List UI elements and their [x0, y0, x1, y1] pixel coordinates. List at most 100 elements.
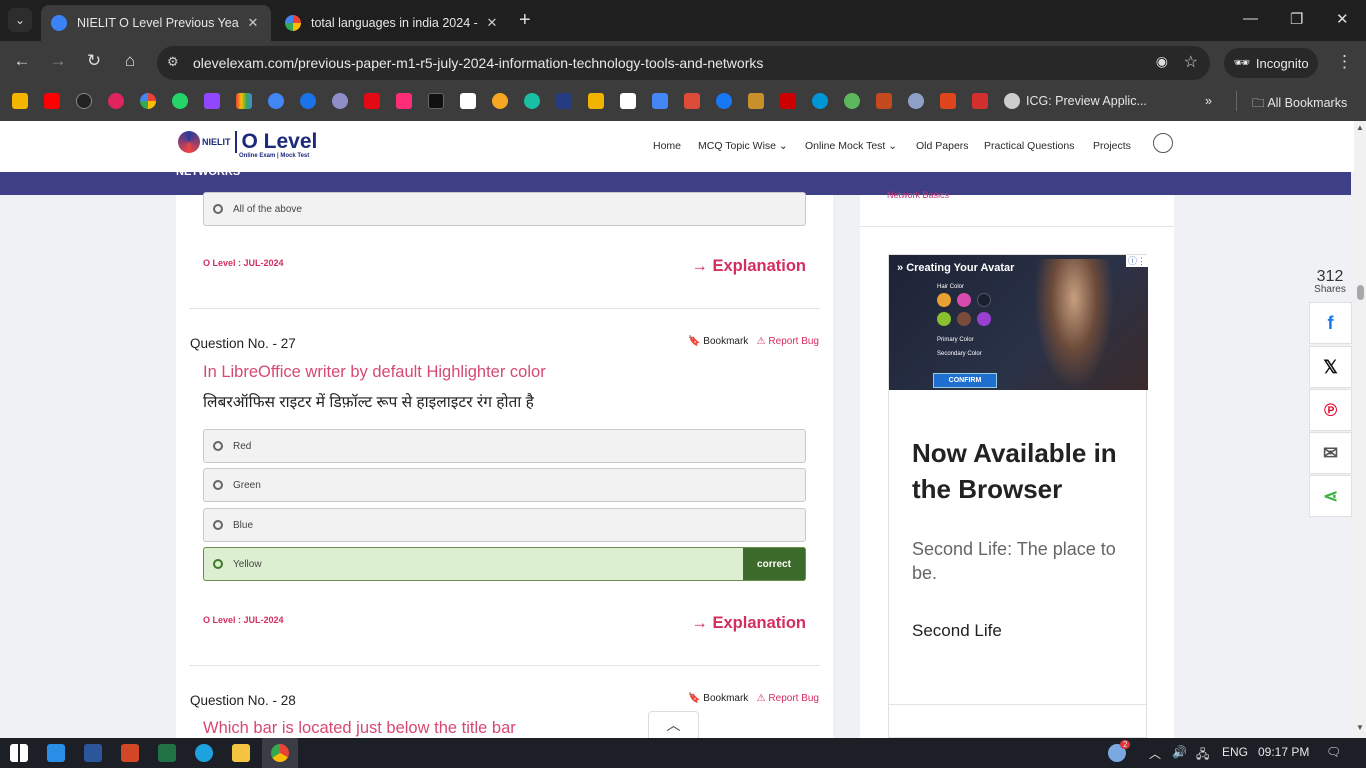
bookmark-15-icon[interactable]: [492, 93, 508, 109]
radio-icon[interactable]: [213, 204, 223, 214]
explanation-link[interactable]: → Explanation: [691, 257, 806, 276]
bookmark-question[interactable]: 🔖 Bookmark: [688, 336, 748, 347]
radio-icon[interactable]: [213, 441, 223, 451]
pinterest-share-icon[interactable]: ℗: [1309, 389, 1352, 431]
twitch-icon[interactable]: [204, 93, 220, 109]
incognito-badge[interactable]: 🕶 Incognito: [1224, 48, 1318, 78]
site-logo[interactable]: NIELIT O Level: [178, 131, 317, 153]
bookmark-icg[interactable]: ICG: Preview Applic...: [1026, 94, 1147, 108]
bookmark-question[interactable]: 🔖 Bookmark: [688, 693, 748, 704]
check-icon[interactable]: [524, 93, 540, 109]
bookmark-27-icon[interactable]: [876, 93, 892, 109]
nav-home[interactable]: Home: [653, 140, 681, 152]
bookmark-18-icon[interactable]: [588, 93, 604, 109]
close-tab-icon[interactable]: ✕: [484, 15, 500, 31]
chrome-menu-icon[interactable]: ⋮: [1336, 52, 1353, 72]
close-tab-icon[interactable]: ✕: [245, 15, 261, 31]
address-bar[interactable]: ⚙ olevelexam.com/previous-paper-m1-r5-ju…: [157, 46, 1210, 80]
facebook-icon[interactable]: [716, 93, 732, 109]
eye-off-icon[interactable]: ◉: [1156, 53, 1168, 70]
minimize-button[interactable]: —: [1243, 10, 1258, 27]
bookmark-1-icon[interactable]: [12, 93, 28, 109]
option-red[interactable]: Red: [203, 429, 806, 463]
bookmark-10-icon[interactable]: [332, 93, 348, 109]
option-yellow[interactable]: Yellow correct: [203, 547, 806, 581]
word-icon[interactable]: [84, 744, 102, 762]
google-icon[interactable]: [140, 93, 156, 109]
clock[interactable]: 09:17 PM: [1258, 745, 1309, 759]
advertisement[interactable]: » Creating Your Avatar Hair Color Primar…: [888, 254, 1148, 738]
powerpoint-icon[interactable]: [121, 744, 139, 762]
bookmark-29-icon[interactable]: [940, 93, 956, 109]
radio-icon[interactable]: [213, 559, 223, 569]
all-bookmarks[interactable]: 🗀 All Bookmarks: [1252, 94, 1347, 115]
bookmarks-overflow-icon[interactable]: »: [1205, 94, 1212, 108]
speedometer-icon[interactable]: [76, 93, 92, 109]
video-icon[interactable]: [300, 93, 316, 109]
vscode-icon[interactable]: [47, 744, 65, 762]
play-icon[interactable]: [268, 93, 284, 109]
hp-icon[interactable]: [812, 93, 828, 109]
youtube-icon[interactable]: [44, 93, 60, 109]
bookmark-star-icon[interactable]: ☆: [1184, 52, 1198, 72]
sidebar-link[interactable]: Network Basics: [887, 190, 949, 200]
bookmark-28-icon[interactable]: [908, 93, 924, 109]
tab-search-button[interactable]: ⌄: [8, 8, 32, 32]
x-share-icon[interactable]: 𝕏: [1309, 346, 1352, 388]
translate-icon[interactable]: [652, 93, 668, 109]
radio-icon[interactable]: [213, 480, 223, 490]
back-icon[interactable]: ←: [10, 51, 34, 71]
netflix-icon[interactable]: [364, 93, 380, 109]
scrollbar-thumb[interactable]: [1357, 285, 1364, 300]
scroll-to-top-button[interactable]: ︿: [648, 711, 699, 738]
page-scrollbar[interactable]: ▲ ▼: [1354, 121, 1366, 738]
restore-button[interactable]: ❐: [1290, 10, 1303, 28]
tray-overflow-icon[interactable]: ︿: [1149, 745, 1161, 762]
tab-google-search[interactable]: total languages in india 2024 - ✕: [275, 5, 510, 41]
bookmark-30-icon[interactable]: [972, 93, 988, 109]
ad-choices-icon[interactable]: ⓘ⋮: [1126, 255, 1148, 267]
option-all-of-the-above[interactable]: All of the above: [203, 192, 806, 226]
option-blue[interactable]: Blue: [203, 508, 806, 542]
facebook-share-icon[interactable]: f: [1309, 302, 1352, 344]
notifications-icon[interactable]: 🗨: [1326, 745, 1341, 759]
email-share-icon[interactable]: ✉: [1309, 432, 1352, 474]
chrome-icon[interactable]: [271, 744, 289, 762]
whatsapp-icon[interactable]: [172, 93, 188, 109]
bookmark-12-icon[interactable]: [396, 93, 412, 109]
reload-icon[interactable]: ↻: [82, 51, 106, 71]
share-icon[interactable]: ⋖: [1309, 475, 1352, 517]
close-window-button[interactable]: ✕: [1336, 10, 1349, 28]
report-bug-link[interactable]: ⚠ Report Bug: [757, 693, 819, 704]
explanation-link[interactable]: → Explanation: [691, 614, 806, 633]
file-explorer-icon[interactable]: [232, 744, 250, 762]
report-bug-link[interactable]: ⚠ Report Bug: [757, 336, 819, 347]
music-icon[interactable]: [108, 93, 124, 109]
volume-icon[interactable]: 🔊: [1172, 745, 1187, 759]
paypal-icon[interactable]: [556, 93, 572, 109]
windows-start-icon[interactable]: [10, 744, 28, 762]
nav-projects[interactable]: Projects: [1093, 140, 1131, 152]
bookmark-24-icon[interactable]: [780, 93, 796, 109]
new-tab-button[interactable]: +: [519, 9, 531, 32]
scroll-down-icon[interactable]: ▼: [1356, 723, 1364, 732]
url-text[interactable]: olevelexam.com/previous-paper-m1-r5-july…: [193, 55, 763, 71]
excel-icon[interactable]: [158, 744, 176, 762]
forward-icon[interactable]: →: [46, 51, 70, 71]
bookmark-26-icon[interactable]: [844, 93, 860, 109]
amazon-icon[interactable]: [460, 93, 476, 109]
nav-old-papers[interactable]: Old Papers: [916, 140, 969, 152]
bookmark-21-icon[interactable]: [684, 93, 700, 109]
icg-icon[interactable]: [1004, 93, 1020, 109]
tab-nielit[interactable]: NIELIT O Level Previous Year So ✕: [41, 5, 271, 41]
olx-icon[interactable]: [620, 93, 636, 109]
nav-practical-questions[interactable]: Practical Questions: [984, 140, 1074, 152]
option-green[interactable]: Green: [203, 468, 806, 502]
radio-icon[interactable]: [213, 520, 223, 530]
ad-image[interactable]: » Creating Your Avatar Hair Color Primar…: [889, 255, 1148, 390]
scroll-up-icon[interactable]: ▲: [1356, 123, 1364, 132]
nav-mcq-topic-wise[interactable]: MCQ Topic Wise ⌄: [698, 140, 788, 152]
edge-icon[interactable]: [195, 744, 213, 762]
bookmark-13-icon[interactable]: [428, 93, 444, 109]
user-account-icon[interactable]: [1153, 133, 1173, 153]
